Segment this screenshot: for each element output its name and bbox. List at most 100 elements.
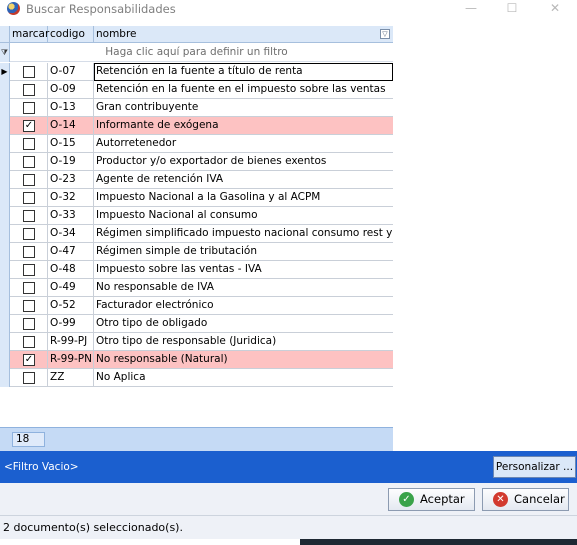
codigo-cell[interactable]: O-34 xyxy=(48,225,94,243)
row-checkbox[interactable] xyxy=(23,336,35,348)
nombre-cell[interactable]: Régimen simple de tributación xyxy=(94,243,393,261)
row-checkbox[interactable] xyxy=(23,282,35,294)
codigo-cell[interactable]: O-23 xyxy=(48,171,94,189)
row-checkbox[interactable] xyxy=(23,372,35,384)
row-checkbox[interactable] xyxy=(23,246,35,258)
codigo-cell[interactable]: O-47 xyxy=(48,243,94,261)
nombre-cell[interactable]: Retención en la fuente a título de renta xyxy=(94,63,393,81)
table-row[interactable]: ✓ R-99-PN No responsable (Natural) xyxy=(0,351,393,369)
nombre-cell[interactable]: Régimen simplificado impuesto nacional c… xyxy=(94,225,393,243)
table-row[interactable]: O-48 Impuesto sobre las ventas - IVA xyxy=(0,261,393,279)
filter-row[interactable]: ⧩ Haga clic aquí para definir un filtro xyxy=(0,43,393,62)
nombre-cell[interactable]: Otro tipo de obligado xyxy=(94,315,393,333)
codigo-cell[interactable]: O-13 xyxy=(48,99,94,117)
row-selector[interactable] xyxy=(0,117,10,135)
table-row[interactable]: ✓ O-14 Informante de exógena xyxy=(0,117,393,135)
customize-filter-button[interactable]: Personalizar ... xyxy=(493,456,576,478)
table-row[interactable]: O-49 No responsable de IVA xyxy=(0,279,393,297)
row-checkbox[interactable]: ✓ xyxy=(23,120,35,132)
table-row[interactable]: O-15 Autorretenedor xyxy=(0,135,393,153)
row-selector[interactable] xyxy=(0,369,10,387)
filter-status-label[interactable]: <Filtro Vacio> xyxy=(4,461,79,473)
row-selector[interactable] xyxy=(0,207,10,225)
nombre-cell[interactable]: Agente de retención IVA xyxy=(94,171,393,189)
row-selector[interactable] xyxy=(0,279,10,297)
nombre-cell[interactable]: Productor y/o exportador de bienes exent… xyxy=(94,153,393,171)
column-filter-icon[interactable]: ▽ xyxy=(380,29,390,39)
row-checkbox[interactable] xyxy=(23,66,35,78)
row-selector[interactable] xyxy=(0,243,10,261)
codigo-cell[interactable]: O-32 xyxy=(48,189,94,207)
codigo-cell[interactable]: O-52 xyxy=(48,297,94,315)
table-row[interactable]: O-52 Facturador electrónico xyxy=(0,297,393,315)
row-checkbox[interactable] xyxy=(23,156,35,168)
nombre-cell[interactable]: No Aplica xyxy=(94,369,393,387)
table-row[interactable]: O-09 Retención en la fuente en el impuest… xyxy=(0,81,393,99)
row-selector[interactable] xyxy=(0,171,10,189)
codigo-cell[interactable]: O-48 xyxy=(48,261,94,279)
column-header-nombre[interactable]: nombre ▽ xyxy=(94,26,393,43)
codigo-cell[interactable]: R-99-PN xyxy=(48,351,94,369)
nombre-cell[interactable]: Gran contribuyente xyxy=(94,99,393,117)
row-selector[interactable] xyxy=(0,351,10,369)
accept-button[interactable]: ✓ Aceptar xyxy=(388,488,475,511)
codigo-cell[interactable]: O-07 xyxy=(48,63,94,81)
codigo-cell[interactable]: O-49 xyxy=(48,279,94,297)
nombre-cell[interactable]: Informante de exógena xyxy=(94,117,393,135)
codigo-cell[interactable]: O-15 xyxy=(48,135,94,153)
table-row[interactable]: O-33 Impuesto Nacional al consumo xyxy=(0,207,393,225)
table-row[interactable]: O-34 Régimen simplificado impuesto nacion… xyxy=(0,225,393,243)
row-checkbox[interactable] xyxy=(23,264,35,276)
row-selector[interactable] xyxy=(0,225,10,243)
row-checkbox[interactable] xyxy=(23,192,35,204)
row-selector[interactable] xyxy=(0,315,10,333)
table-row[interactable]: O-47 Régimen simple de tributación xyxy=(0,243,393,261)
maximize-button[interactable]: ☐ xyxy=(502,0,522,18)
row-selector[interactable] xyxy=(0,333,10,351)
row-selector[interactable] xyxy=(0,135,10,153)
minimize-button[interactable]: — xyxy=(461,0,481,18)
column-header-marcar[interactable]: marcar xyxy=(10,26,49,43)
table-row[interactable]: O-99 Otro tipo de obligado xyxy=(0,315,393,333)
table-row[interactable]: R-99-PJ Otro tipo de responsable (Juridic… xyxy=(0,333,393,351)
row-selector[interactable] xyxy=(0,153,10,171)
row-checkbox[interactable] xyxy=(23,210,35,222)
codigo-cell[interactable]: O-19 xyxy=(48,153,94,171)
nombre-cell[interactable]: Retención en la fuente en el impuesto so… xyxy=(94,81,393,99)
nombre-cell[interactable]: No responsable (Natural) xyxy=(94,351,393,369)
row-selector[interactable] xyxy=(0,261,10,279)
row-checkbox[interactable] xyxy=(23,300,35,312)
table-row[interactable]: O-32 Impuesto Nacional a la Gasolina y al… xyxy=(0,189,393,207)
codigo-cell[interactable]: R-99-PJ xyxy=(48,333,94,351)
close-button[interactable]: ✕ xyxy=(545,0,565,18)
row-selector[interactable] xyxy=(0,189,10,207)
nombre-cell[interactable]: Impuesto Nacional a la Gasolina y al ACP… xyxy=(94,189,393,207)
nombre-cell[interactable]: Impuesto sobre las ventas - IVA xyxy=(94,261,393,279)
codigo-cell[interactable]: ZZ xyxy=(48,369,94,387)
nombre-cell[interactable]: Facturador electrónico xyxy=(94,297,393,315)
current-row-indicator-icon[interactable]: ▶ xyxy=(0,63,10,81)
codigo-cell[interactable]: O-09 xyxy=(48,81,94,99)
nombre-cell[interactable]: Otro tipo de responsable (Juridica) xyxy=(94,333,393,351)
codigo-cell[interactable]: O-33 xyxy=(48,207,94,225)
table-row[interactable]: O-13 Gran contribuyente xyxy=(0,99,393,117)
column-header-codigo[interactable]: codigo xyxy=(48,26,94,43)
row-selector[interactable] xyxy=(0,81,10,99)
row-selector[interactable] xyxy=(0,297,10,315)
table-row[interactable]: ▶ O-07 Retención en la fuente a título de … xyxy=(0,63,393,81)
cancel-button[interactable]: ✕ Cancelar xyxy=(482,488,569,511)
row-checkbox[interactable] xyxy=(23,102,35,114)
nombre-cell[interactable]: Autorretenedor xyxy=(94,135,393,153)
row-selector[interactable] xyxy=(0,99,10,117)
row-checkbox[interactable] xyxy=(23,228,35,240)
row-checkbox[interactable] xyxy=(23,318,35,330)
row-checkbox[interactable] xyxy=(23,138,35,150)
codigo-cell[interactable]: O-14 xyxy=(48,117,94,135)
row-checkbox[interactable]: ✓ xyxy=(23,354,35,366)
table-row[interactable]: O-23 Agente de retención IVA xyxy=(0,171,393,189)
table-row[interactable]: ZZ No Aplica xyxy=(0,369,393,387)
row-checkbox[interactable] xyxy=(23,174,35,186)
nombre-cell[interactable]: No responsable de IVA xyxy=(94,279,393,297)
nombre-cell[interactable]: Impuesto Nacional al consumo xyxy=(94,207,393,225)
table-row[interactable]: O-19 Productor y/o exportador de bienes e… xyxy=(0,153,393,171)
